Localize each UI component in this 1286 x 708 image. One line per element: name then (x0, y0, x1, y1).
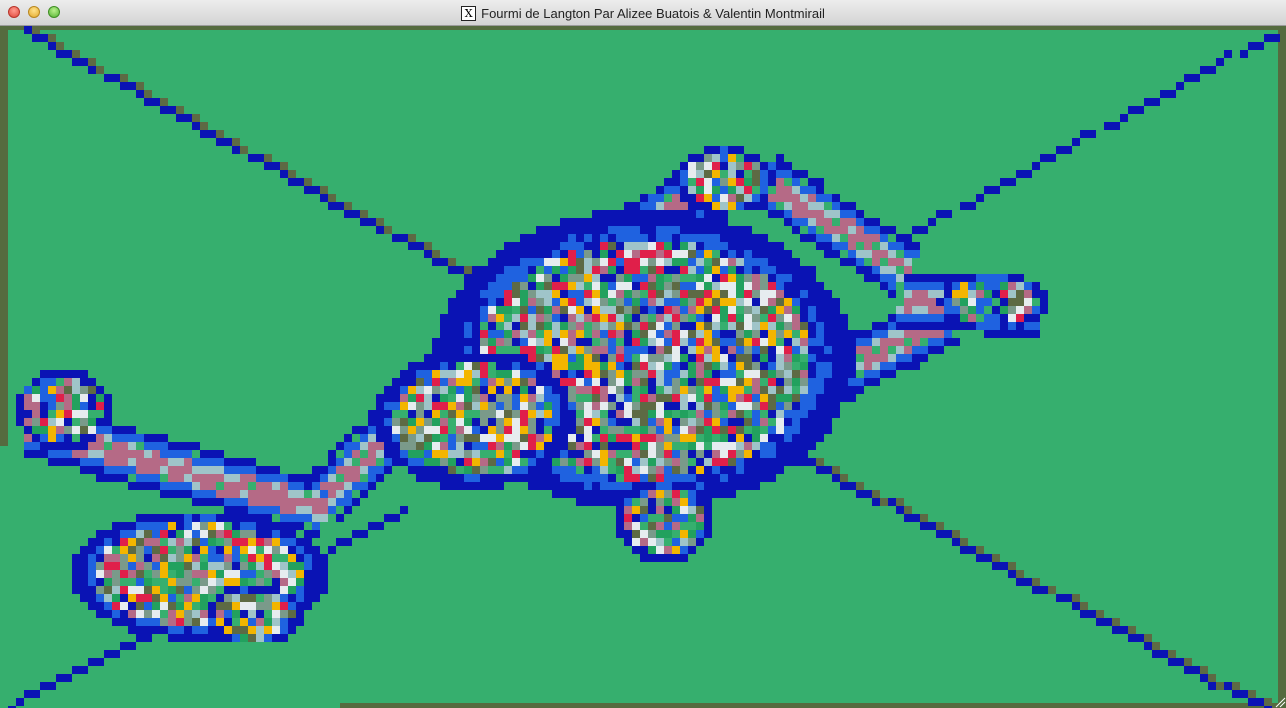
title-area: X Fourmi de Langton Par Alizee Buatois &… (0, 0, 1286, 26)
ant-grid (0, 26, 1286, 708)
title-bar[interactable]: X Fourmi de Langton Par Alizee Buatois &… (0, 0, 1286, 26)
simulation-canvas[interactable] (0, 26, 1286, 708)
window-title: Fourmi de Langton Par Alizee Buatois & V… (481, 5, 825, 21)
app-window: X Fourmi de Langton Par Alizee Buatois &… (0, 0, 1286, 708)
resize-grip-icon[interactable] (1272, 694, 1286, 708)
x11-icon: X (461, 5, 477, 21)
